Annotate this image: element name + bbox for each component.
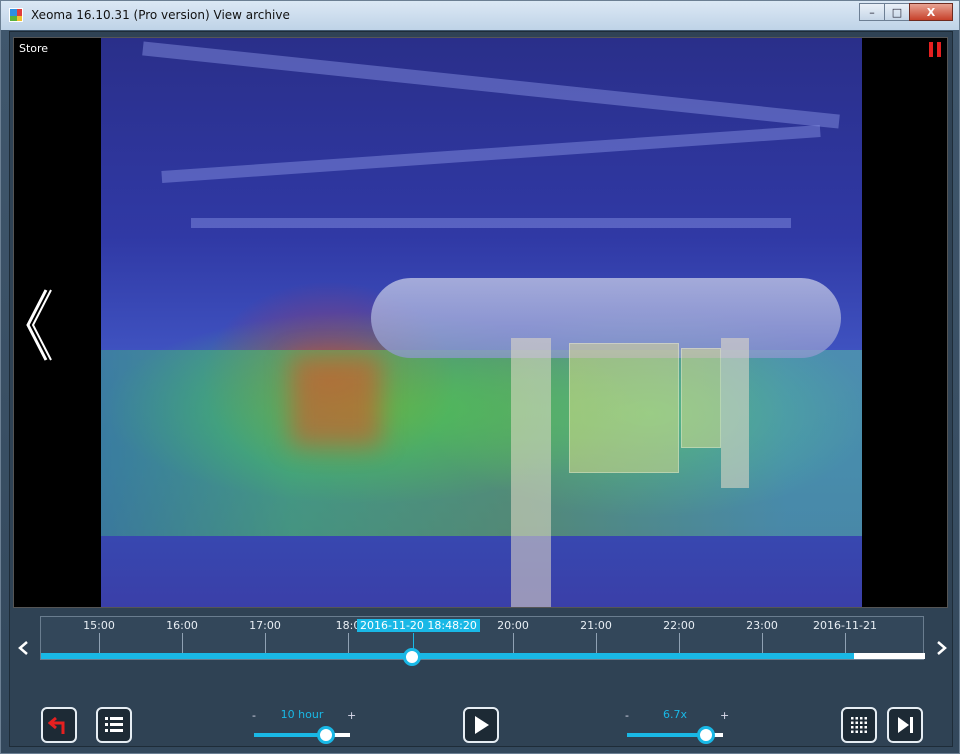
camera-frame (101, 38, 862, 607)
timeline-tick (265, 633, 266, 653)
pause-icon[interactable] (929, 42, 941, 57)
speed-value: 6.7x (662, 708, 688, 721)
speed-plus[interactable]: + (720, 709, 729, 722)
timeline-tick (679, 633, 680, 653)
timeline-tick-label: 23:00 (746, 619, 778, 632)
timeline-scale[interactable]: 15:00 16:00 17:00 18:0 20:00 21:00 22:00 23:00 2… (40, 616, 925, 666)
speed-slider-handle[interactable] (697, 726, 715, 744)
timeline-tick (513, 633, 514, 653)
window-controls: – □ X (859, 3, 953, 21)
skip-to-end-button[interactable] (887, 707, 923, 743)
pillar (721, 338, 749, 488)
timeline-tick-label: 22:00 (663, 619, 695, 632)
ceiling-beam (191, 218, 791, 228)
display-shelf (681, 348, 721, 448)
timeline-tick-label: 16:00 (166, 619, 198, 632)
archive-list-button[interactable] (96, 707, 132, 743)
ceiling-beam (142, 41, 840, 129)
list-icon (105, 717, 123, 732)
timeline-tick (596, 633, 597, 653)
scale-plus[interactable]: + (347, 709, 356, 722)
display-shelf (569, 343, 679, 473)
ceiling-beam (161, 124, 821, 184)
timeline-tick (762, 633, 763, 653)
grid-icon (851, 717, 867, 733)
scale-value: 10 hour (280, 708, 324, 721)
play-icon (475, 716, 489, 734)
timeline-tick (348, 633, 349, 653)
close-button[interactable]: X (909, 3, 953, 21)
video-viewport[interactable]: Store (13, 37, 948, 608)
play-button[interactable] (463, 707, 499, 743)
speed-minus[interactable]: - (625, 709, 629, 722)
scale-slider-handle[interactable] (317, 726, 335, 744)
chevron-left-icon[interactable] (16, 640, 30, 656)
timeline-recorded-range (41, 653, 854, 659)
chevron-right-icon[interactable] (935, 640, 949, 656)
back-arrow-icon (48, 716, 65, 734)
heatmap-hotspot (291, 356, 381, 446)
title-bar[interactable]: Xeoma 16.10.31 (Pro version) View archiv… (1, 1, 959, 30)
timeline-tick (99, 633, 100, 653)
timeline-tick-label: 15:00 (83, 619, 115, 632)
archive-viewer: Store 15:00 16:00 17:00 18:0 20:00 21:00 22:00… (9, 31, 953, 747)
timeline-tick (845, 633, 846, 653)
timeline-tick-label: 20:00 (497, 619, 529, 632)
back-button[interactable] (41, 707, 77, 743)
timeline: 15:00 16:00 17:00 18:0 20:00 21:00 22:00 23:00 2… (10, 610, 952, 666)
pillar (511, 338, 551, 607)
playback-controls: - 10 hour + - 6.7x + (10, 692, 952, 748)
minimize-button[interactable]: – (859, 3, 885, 21)
camera-name: Store (19, 42, 49, 55)
scale-minus[interactable]: - (252, 709, 256, 722)
timeline-tick (182, 633, 183, 653)
timeline-handle[interactable] (403, 648, 421, 666)
timeline-tick-label: 2016-11-21 (813, 619, 877, 632)
skip-end-icon (898, 717, 913, 733)
xeoma-logo-icon (9, 8, 23, 22)
scale-slider-fill (254, 733, 326, 737)
timeline-cursor-label: 2016-11-20 18:48:20 (357, 619, 480, 632)
previous-camera-icon[interactable] (22, 288, 52, 362)
timeline-tick-label: 21:00 (580, 619, 612, 632)
layout-grid-button[interactable] (841, 707, 877, 743)
restore-button[interactable]: □ (884, 3, 910, 21)
app-window: Xeoma 16.10.31 (Pro version) View archiv… (0, 0, 960, 754)
speed-slider-fill (627, 733, 706, 737)
window-title: Xeoma 16.10.31 (Pro version) View archiv… (31, 8, 290, 22)
timeline-tick-label: 17:00 (249, 619, 281, 632)
